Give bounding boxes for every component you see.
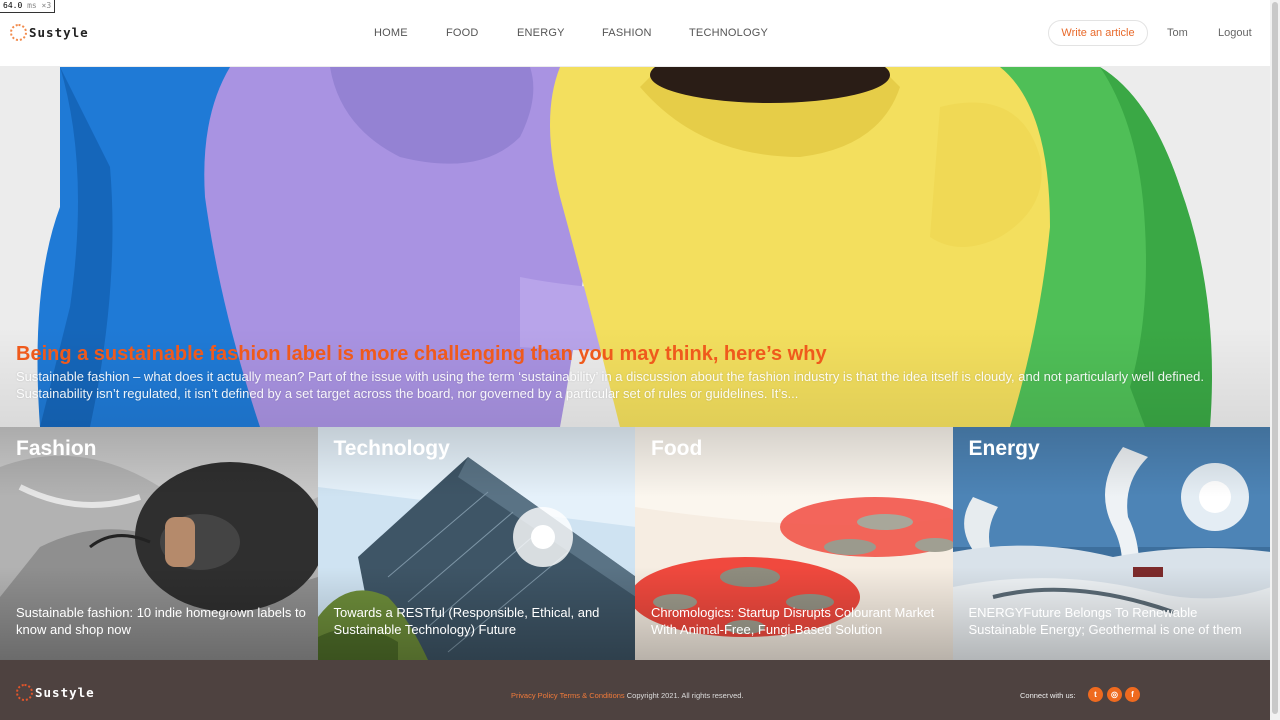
category-card-energy[interactable]: Energy ENERGYFuture Belongs To Renewable… xyxy=(952,427,1270,660)
nav-fashion[interactable]: FASHION xyxy=(602,27,652,39)
category-article[interactable]: Towards a RESTful (Responsible, Ethical,… xyxy=(334,604,624,638)
category-title: Food xyxy=(651,437,703,460)
facebook-icon[interactable]: f xyxy=(1125,687,1140,702)
footer-logo[interactable]: Sustyle xyxy=(16,684,95,701)
twitter-icon[interactable]: t xyxy=(1088,687,1103,702)
perf-value: 64.0 xyxy=(3,1,23,10)
nav-home[interactable]: HOME xyxy=(374,27,408,39)
terms-link[interactable]: Terms & Conditions xyxy=(560,691,625,700)
instagram-icon[interactable]: ◎ xyxy=(1107,687,1122,702)
page-scrollbar[interactable] xyxy=(1270,0,1280,720)
category-grid: Fashion Sustainable fashion: 10 indie ho… xyxy=(0,427,1270,660)
connect-label: Connect with us: xyxy=(1020,691,1076,700)
logo-sun-icon xyxy=(16,684,33,701)
perf-badge: 64.0 ms ×3 xyxy=(0,0,56,13)
hero-excerpt: Sustainable fashion – what does it actua… xyxy=(16,369,1204,401)
footer-brand-name: Sustyle xyxy=(35,685,95,700)
user-name-link[interactable]: Tom xyxy=(1167,27,1188,39)
category-title: Fashion xyxy=(16,437,97,460)
hero-banner[interactable]: Being a sustainable fashion label is mor… xyxy=(0,67,1270,427)
category-card-technology[interactable]: Technology Towards a RESTful (Responsibl… xyxy=(317,427,635,660)
scrollbar-thumb[interactable] xyxy=(1272,2,1278,714)
site-footer: Sustyle Privacy Policy Terms & Condition… xyxy=(0,660,1270,720)
footer-legal: Privacy Policy Terms & Conditions Copyri… xyxy=(511,691,744,700)
hero-title[interactable]: Being a sustainable fashion label is mor… xyxy=(16,343,827,366)
logout-link[interactable]: Logout xyxy=(1218,27,1252,39)
nav-energy[interactable]: ENERGY xyxy=(517,27,565,39)
privacy-policy-link[interactable]: Privacy Policy xyxy=(511,691,558,700)
category-card-fashion[interactable]: Fashion Sustainable fashion: 10 indie ho… xyxy=(0,427,318,660)
category-article[interactable]: Chromologics: Startup Disrupts Colourant… xyxy=(651,604,941,638)
copyright-text: Copyright 2021. All rights reserved. xyxy=(626,691,744,700)
category-title: Technology xyxy=(333,437,450,460)
perf-unit: ms ×3 xyxy=(27,1,52,10)
category-card-food[interactable]: Food Chromologics: Startup Disrupts Colo… xyxy=(635,427,953,660)
nav-technology[interactable]: TECHNOLOGY xyxy=(689,27,768,39)
category-article[interactable]: ENERGYFuture Belongs To Renewable Sustai… xyxy=(969,604,1259,638)
category-title: Energy xyxy=(968,437,1040,460)
nav-food[interactable]: FOOD xyxy=(446,27,479,39)
write-article-button[interactable]: Write an article xyxy=(1048,20,1148,46)
category-article[interactable]: Sustainable fashion: 10 indie homegrown … xyxy=(16,604,306,638)
site-header: Sustyle HOME FOOD ENERGY FASHION TECHNOL… xyxy=(0,0,1270,67)
